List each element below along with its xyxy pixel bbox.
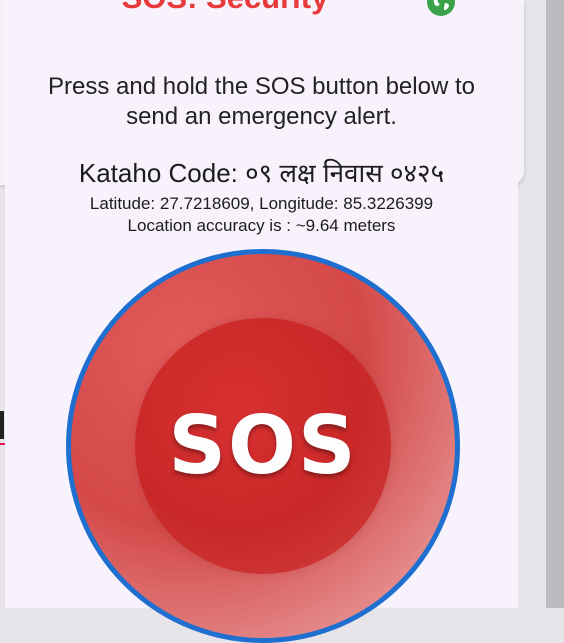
lat-long-text: Latitude: 27.7218609, Longitude: 85.3226…: [89, 194, 434, 213]
location-info: Latitude: 27.7218609, Longitude: 85.3226…: [5, 193, 518, 237]
dialog-title: SOS: Security: [5, 0, 445, 16]
background-scrim-strip: [546, 0, 564, 608]
accuracy-text: Location accuracy is : ~9.64 meters: [127, 216, 396, 235]
background-text-fragment: [0, 411, 4, 439]
sos-button-label: SOS: [168, 399, 358, 492]
sos-button[interactable]: SOS: [66, 249, 460, 643]
kataho-code: Kataho Code: ०९ लक्ष निवास ०४२५: [78, 158, 445, 188]
globe-icon[interactable]: [425, 0, 457, 18]
sos-dialog: SOS: Security Press and hold the SOS but…: [5, 0, 518, 643]
instruction-text: Press and hold the SOS button below to s…: [48, 73, 475, 130]
